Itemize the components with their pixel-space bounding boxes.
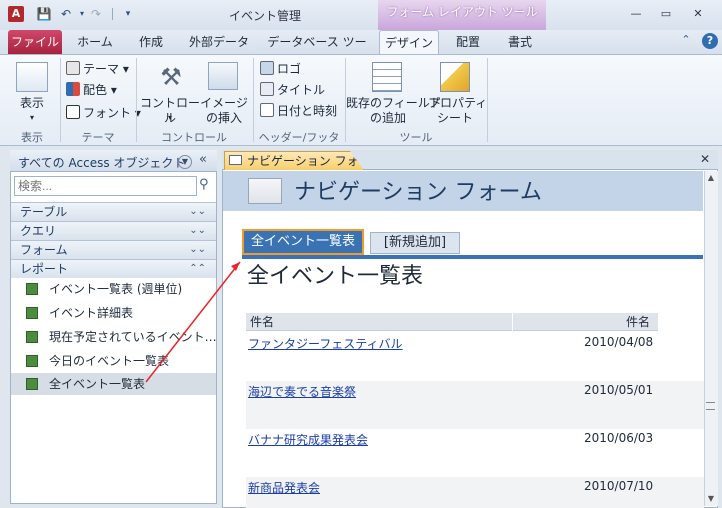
access-window: A 💾 ↶ ▾ ↷ ▾ イベント管理 フォーム レイアウト ツール — ▭ ✕ … bbox=[0, 0, 722, 508]
annotation-arrow bbox=[145, 261, 241, 383]
